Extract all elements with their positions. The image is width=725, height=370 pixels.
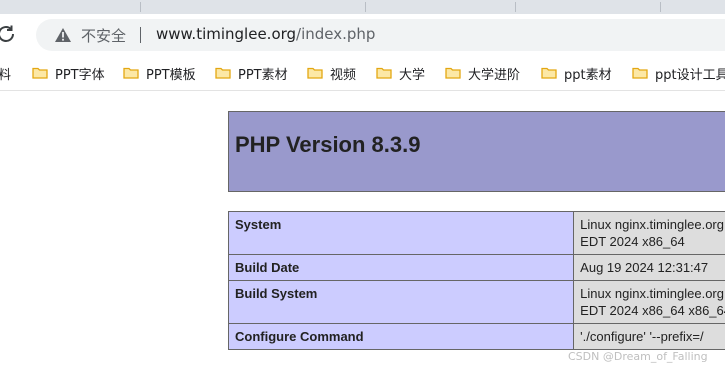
table-row: Build System Linux nginx.timinglee.org E…	[227, 280, 725, 324]
row-value: Linux nginx.timinglee.org EDT 2024 x86_6…	[573, 280, 725, 324]
bookmark-item[interactable]: 视频	[307, 64, 357, 83]
omnibox-divider	[140, 27, 141, 43]
folder-icon	[215, 67, 231, 79]
row-key: Build System	[227, 280, 575, 324]
row-value: './configure' '--prefix=/	[573, 323, 725, 350]
folder-icon	[307, 67, 323, 79]
url-host: www.timinglee.org	[156, 25, 297, 43]
row-value: Linux nginx.timinglee.org EDT 2024 x86_6…	[573, 211, 725, 255]
folder-icon	[632, 67, 648, 79]
php-header: PHP Version 8.3.9	[228, 111, 725, 192]
bookmark-label: PPT模板	[146, 67, 196, 83]
tab-separator	[515, 2, 516, 12]
bookmarks-bar: 料 PPT字体 PPT模板 PPT素材 视频 大学 大学进阶 ppt素材 ppt…	[0, 56, 725, 91]
url-text[interactable]: www.timinglee.org/index.php	[156, 25, 375, 43]
row-key: Configure Command	[227, 323, 575, 350]
row-value-line: Aug 19 2024 12:31:47	[580, 260, 709, 275]
bookmark-label: 大学	[399, 67, 426, 83]
browser-toolbar: 不安全 www.timinglee.org/index.php	[0, 14, 725, 56]
folder-icon	[376, 67, 392, 79]
tab-separator	[660, 2, 661, 12]
tab-separator	[140, 2, 141, 12]
bookmark-item[interactable]: PPT字体	[32, 64, 105, 83]
table-row: Configure Command './configure' '--prefi…	[227, 323, 725, 350]
bookmark-item[interactable]: PPT素材	[215, 64, 288, 83]
folder-icon	[123, 67, 139, 79]
bookmark-item[interactable]: 大学进阶	[445, 64, 521, 83]
row-value: Aug 19 2024 12:31:47	[573, 254, 725, 281]
row-key: Build Date	[227, 254, 575, 281]
bookmark-label: 大学进阶	[468, 67, 521, 83]
bookmark-item[interactable]: ppt设计工具	[632, 64, 725, 83]
bookmark-label: PPT素材	[238, 67, 288, 83]
row-value-line: './configure' '--prefix=/	[580, 329, 704, 344]
bookmark-label: ppt设计工具	[655, 67, 725, 83]
bookmark-item[interactable]: ppt素材	[541, 64, 612, 83]
folder-icon	[541, 67, 557, 79]
bookmark-item[interactable]: PPT模板	[123, 64, 196, 83]
bookmark-label: 料	[0, 67, 12, 83]
tab-strip	[0, 0, 725, 14]
address-bar[interactable]: 不安全 www.timinglee.org/index.php	[36, 19, 725, 51]
url-path: /index.php	[296, 25, 376, 43]
reload-icon[interactable]	[0, 22, 18, 46]
row-key: System	[227, 211, 575, 255]
page-title: PHP Version 8.3.9	[235, 132, 421, 157]
folder-icon	[445, 67, 461, 79]
bookmark-label: 视频	[330, 67, 357, 83]
row-value-line: EDT 2024 x86_64 x86_64	[580, 303, 725, 318]
row-value-line: EDT 2024 x86_64	[580, 234, 685, 249]
tab-separator	[365, 2, 366, 12]
table-row: System Linux nginx.timinglee.org EDT 202…	[227, 211, 725, 255]
row-value-line: Linux nginx.timinglee.org	[580, 286, 724, 301]
bookmark-item[interactable]: 大学	[376, 64, 426, 83]
php-info-table: System Linux nginx.timinglee.org EDT 202…	[227, 211, 725, 350]
table-row: Build Date Aug 19 2024 12:31:47	[227, 254, 725, 281]
row-value-line: Linux nginx.timinglee.org	[580, 217, 724, 232]
bookmark-label: PPT字体	[55, 67, 105, 83]
bookmark-label: ppt素材	[564, 67, 612, 83]
warning-icon[interactable]	[54, 27, 72, 43]
security-label[interactable]: 不安全	[81, 25, 126, 46]
folder-icon	[32, 67, 48, 79]
watermark: CSDN @Dream_of_Falling	[568, 350, 708, 363]
bookmark-item[interactable]: 料	[0, 64, 12, 83]
